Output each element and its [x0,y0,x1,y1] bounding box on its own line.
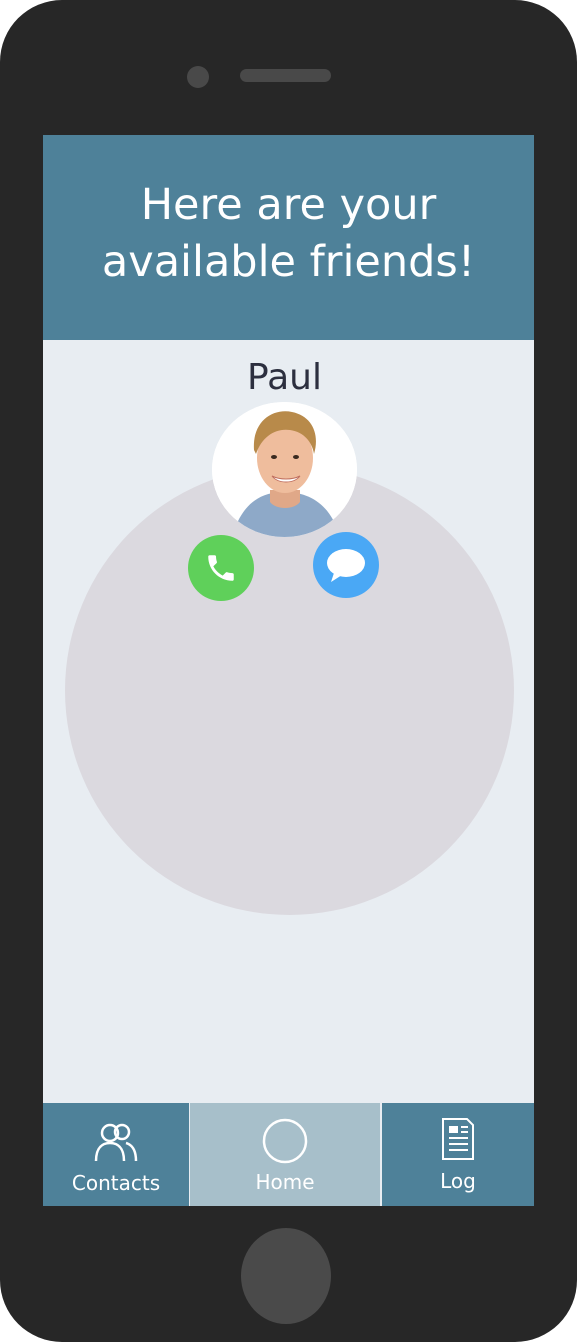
hardware-home-button[interactable] [241,1228,331,1324]
phone-icon [208,555,234,581]
page-title: Here are your available friends! [101,180,476,287]
tab-home-label: Home [255,1170,315,1194]
document-icon [442,1118,474,1160]
circle-icon [262,1118,308,1164]
friend-name: Paul [247,357,322,398]
header-banner: Here are your available friends! [43,135,534,340]
tab-bar: Contacts Home Log [43,1103,534,1206]
earpiece-speaker [240,69,331,82]
app-screen: Here are your available friends! Paul Co… [43,135,534,1206]
contacts-icon [94,1123,138,1162]
phone-frame: Here are your available friends! Paul Co… [0,0,577,1342]
tab-log-label: Log [440,1169,476,1193]
tab-contacts[interactable]: Contacts [43,1103,189,1206]
tab-home[interactable]: Home [190,1103,380,1206]
tab-log[interactable]: Log [382,1103,534,1206]
call-button[interactable] [188,535,254,601]
front-camera [187,66,209,88]
tab-contacts-label: Contacts [71,1171,161,1195]
message-button[interactable] [313,532,379,598]
chat-bubble-icon [327,549,365,582]
avatar[interactable] [212,402,357,537]
person-photo-icon [212,402,357,537]
